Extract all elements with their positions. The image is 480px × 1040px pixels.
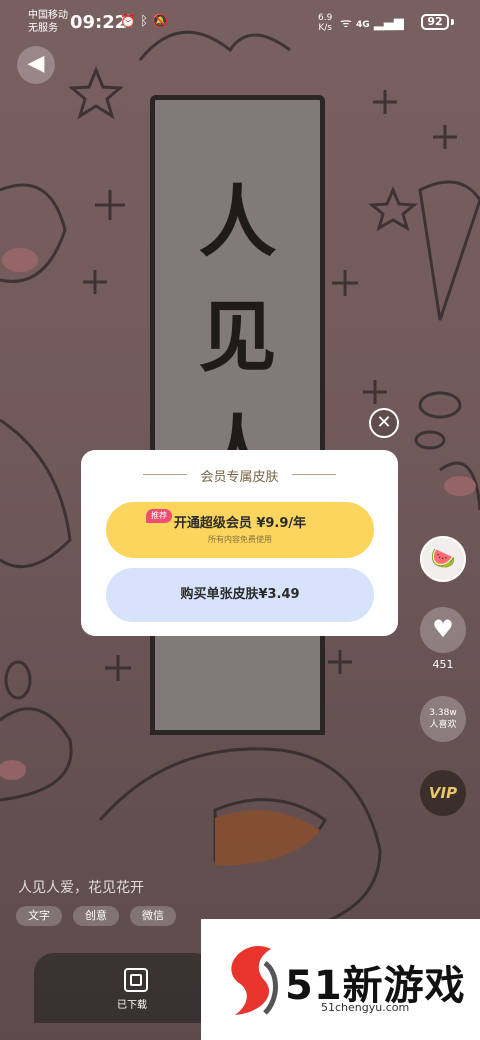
vip-badge[interactable]: VIP: [420, 770, 466, 816]
open-super-vip-button[interactable]: 推荐 开通超级会员 ¥9.9/年 所有内容免费使用: [106, 502, 374, 558]
likes-summary[interactable]: 3.38w 人喜欢: [420, 696, 466, 742]
vip-offer-subtitle: 所有内容免费使用: [208, 535, 272, 544]
skin-purchase-dialog: 会员专属皮肤 推荐 开通超级会员 ¥9.9/年 所有内容免费使用 购买单张皮肤¥…: [81, 450, 398, 636]
status-icons: ⏰ᛒ🔕: [120, 14, 172, 29]
bluetooth-icon: ᛒ: [140, 14, 152, 29]
carrier-info: 中国移动 无服务: [28, 9, 68, 35]
carrier-name: 中国移动: [28, 10, 68, 21]
clock: 09:22: [70, 12, 128, 33]
likes-label: 人喜欢: [429, 720, 457, 730]
network-type: 4G: [356, 20, 370, 30]
back-arrow-icon: ◀: [27, 51, 45, 76]
signal-icon: ▂▄▆: [373, 16, 404, 31]
close-icon: ✕: [376, 412, 392, 433]
network-speed-unit: K/s: [318, 23, 332, 33]
network-speed: 6.9 K/s: [318, 13, 332, 33]
mute-icon: 🔕: [152, 14, 173, 29]
dialog-title: 会员专属皮肤: [200, 470, 279, 485]
author-avatar[interactable]: 🍉: [420, 536, 466, 582]
downloaded-label[interactable]: 已下载: [110, 996, 154, 1011]
heart-icon: ♥: [432, 615, 454, 643]
signal-area: ᯤ 4G ▂▄▆: [340, 13, 404, 31]
buy-single-skin-button[interactable]: 购买单张皮肤¥3.49: [106, 568, 374, 622]
wifi-icon: ᯤ: [340, 16, 352, 31]
back-button[interactable]: ◀: [17, 46, 55, 84]
tag-chip[interactable]: 文字: [16, 906, 62, 926]
tag-chip[interactable]: 微信: [130, 906, 176, 926]
site-watermark: 51新游戏 51chengyu.com: [201, 919, 480, 1040]
alarm-icon: ⏰: [120, 14, 141, 29]
like-button[interactable]: ♥: [420, 607, 466, 653]
wallpaper-caption: 人见人爱，花见花开: [18, 880, 144, 896]
likes-count: 3.38w: [429, 708, 457, 718]
tag-chip[interactable]: 创意: [73, 906, 119, 926]
status-bar: 中国移动 无服务 09:22 ⏰ᛒ🔕 6.9 K/s ᯤ 4G ▂▄▆ 92: [0, 0, 480, 44]
battery-level: 92: [421, 14, 449, 30]
network-speed-value: 6.9: [318, 13, 333, 23]
downloaded-icon[interactable]: [124, 968, 148, 992]
carrier-service: 无服务: [28, 23, 58, 34]
battery-icon: [451, 19, 454, 25]
watermark-url: 51chengyu.com: [321, 1001, 410, 1014]
close-modal-button[interactable]: ✕: [369, 408, 399, 438]
like-count: 451: [432, 658, 454, 671]
vip-offer-label: 开通超级会员 ¥9.9/年: [173, 516, 307, 531]
watermark-logo-icon: [231, 945, 278, 1015]
title-divider-right: [292, 474, 336, 475]
avatar-icon: 🍉: [430, 546, 456, 570]
